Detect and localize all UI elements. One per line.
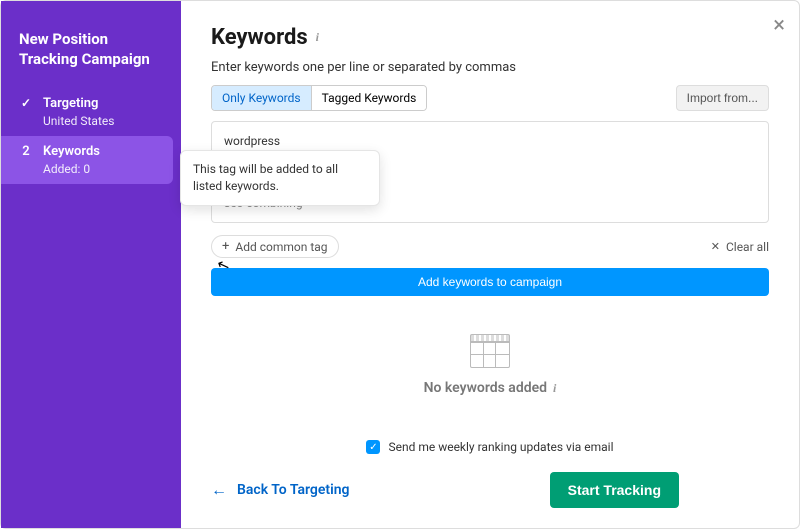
step-label: Targeting bbox=[43, 96, 98, 111]
title-text: Keywords bbox=[211, 25, 308, 50]
empty-label: No keywords added i bbox=[424, 380, 557, 396]
textarea-footer: + Add common tag ↖ ✕ Clear all bbox=[211, 231, 769, 258]
back-label: Back To Targeting bbox=[237, 482, 350, 498]
step-targeting[interactable]: ✓ Targeting United States bbox=[1, 88, 181, 136]
page-title: Keywords i bbox=[211, 25, 769, 50]
import-from-button[interactable]: Import from... bbox=[676, 85, 769, 111]
step-keywords[interactable]: 2 Keywords Added: 0 bbox=[1, 136, 173, 184]
keyword-textarea[interactable]: wordpress This tag will be added to all … bbox=[211, 121, 769, 223]
step-label: Keywords bbox=[43, 144, 100, 159]
empty-state: No keywords added i bbox=[211, 296, 769, 434]
chip-label: Add common tag bbox=[235, 240, 327, 254]
weekly-email-checkbox-row[interactable]: ✓ Send me weekly ranking updates via ema… bbox=[211, 440, 769, 454]
start-tracking-button[interactable]: Start Tracking bbox=[550, 472, 679, 508]
wizard-sidebar: New Position Tracking Campaign ✓ Targeti… bbox=[1, 1, 181, 528]
checkbox-checked-icon[interactable]: ✓ bbox=[366, 440, 380, 454]
arrow-left-icon: ← bbox=[211, 480, 227, 500]
back-to-targeting-link[interactable]: ← Back To Targeting bbox=[211, 480, 350, 500]
sidebar-title: New Position Tracking Campaign bbox=[1, 29, 181, 88]
clear-all-label: Clear all bbox=[726, 240, 769, 254]
info-icon[interactable]: i bbox=[316, 30, 319, 45]
page-subtitle: Enter keywords one per line or separated… bbox=[211, 60, 769, 75]
add-keywords-button[interactable]: Add keywords to campaign bbox=[211, 268, 769, 296]
wizard-footer: ← Back To Targeting Start Tracking bbox=[211, 472, 769, 508]
keywords-toolbar: Only Keywords Tagged Keywords Import fro… bbox=[211, 85, 769, 111]
table-icon bbox=[470, 334, 510, 368]
tab-tagged-keywords[interactable]: Tagged Keywords bbox=[311, 86, 427, 110]
add-common-tag-chip[interactable]: + Add common tag ↖ bbox=[211, 235, 339, 258]
close-icon[interactable]: × bbox=[773, 13, 785, 38]
tab-group: Only Keywords Tagged Keywords bbox=[211, 85, 427, 111]
main-panel: × Keywords i Enter keywords one per line… bbox=[181, 1, 799, 528]
check-icon: ✓ bbox=[19, 96, 33, 110]
step-sub: Added: 0 bbox=[43, 162, 155, 176]
x-icon: ✕ bbox=[711, 240, 720, 253]
clear-all-button[interactable]: ✕ Clear all bbox=[711, 240, 769, 254]
tab-only-keywords[interactable]: Only Keywords bbox=[212, 86, 311, 110]
tag-tooltip: This tag will be added to all listed key… bbox=[180, 150, 380, 206]
empty-text-label: No keywords added bbox=[424, 380, 547, 396]
info-icon[interactable]: i bbox=[553, 381, 556, 396]
step-number: 2 bbox=[19, 144, 33, 159]
keyword-line: wordpress bbox=[224, 132, 756, 150]
step-sub: United States bbox=[43, 114, 163, 128]
checkbox-label: Send me weekly ranking updates via email bbox=[388, 440, 613, 454]
plus-icon: + bbox=[222, 239, 229, 254]
